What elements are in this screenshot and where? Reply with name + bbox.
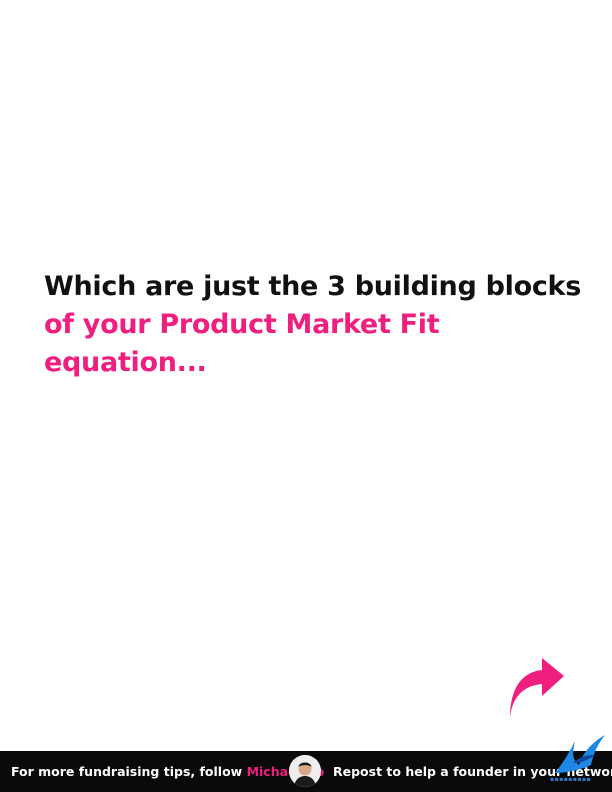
bird-logo-icon xyxy=(555,735,605,773)
avatar[interactable] xyxy=(289,755,321,787)
headline-line-2: of your Product Market Fit equation... xyxy=(44,309,440,378)
curved-arrow-right-icon[interactable] xyxy=(506,656,566,720)
watermark-text: ▪▪▪▪▪▪▪▪▪ xyxy=(550,776,592,783)
follow-prompt: For more fundraising tips, follow Michae… xyxy=(11,764,324,779)
person-icon xyxy=(289,755,321,787)
follow-text: For more fundraising tips, follow xyxy=(11,764,243,779)
headline: Which are just the 3 building blocks of … xyxy=(44,268,604,382)
headline-line-1: Which are just the 3 building blocks xyxy=(44,271,581,302)
footer-bar: For more fundraising tips, follow Michae… xyxy=(0,751,612,792)
